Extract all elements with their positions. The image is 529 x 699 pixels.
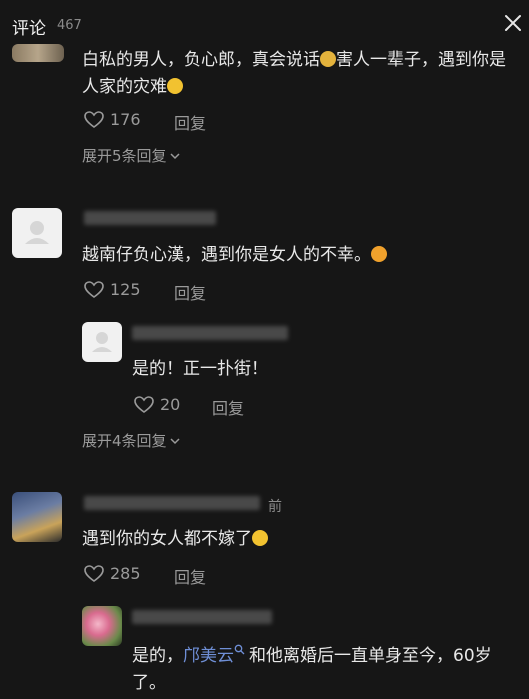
redacted-username [132, 326, 288, 340]
reply-button[interactable]: 回复 [174, 280, 206, 304]
heart-outline-icon [84, 564, 104, 582]
chevron-down-icon [170, 437, 180, 444]
like-count: 176 [110, 110, 141, 129]
comments-title: 评论 [12, 19, 46, 39]
avatar[interactable] [12, 44, 64, 62]
reply-button[interactable]: 回复 [174, 564, 206, 588]
heart-outline-icon [84, 280, 104, 298]
like-button[interactable]: 20 [134, 395, 180, 414]
comments-count: 467 [57, 18, 82, 33]
avatar[interactable] [12, 208, 62, 258]
reply-button[interactable]: 回复 [174, 110, 206, 134]
redacted-username [84, 211, 216, 225]
expand-replies-button[interactable]: 展开4条回复 [82, 430, 181, 451]
like-count: 20 [160, 395, 181, 414]
comment-text: 越南仔负心漢，遇到你是女人的不幸。 [82, 242, 387, 269]
thumbs-up-emoji [320, 51, 336, 67]
search-icon[interactable] [234, 644, 245, 655]
avatar[interactable] [82, 322, 122, 362]
close-icon[interactable] [504, 14, 522, 32]
reply-text: 是的！正一扑街！ [132, 359, 268, 379]
like-count: 285 [110, 564, 141, 583]
default-avatar-icon [92, 332, 112, 352]
heart-outline-icon [84, 110, 104, 128]
comment-time: 前 [268, 499, 282, 515]
laughing-emoji [167, 78, 183, 94]
comment-text: 遇到你的女人都不嫁了 [82, 526, 268, 553]
user-mention-link[interactable]: 邝美云 [183, 646, 234, 666]
redacted-username [84, 496, 260, 510]
like-count: 125 [110, 280, 141, 299]
avatar[interactable] [12, 492, 62, 542]
heart-outline-icon [134, 395, 154, 413]
angry-emoji [371, 246, 387, 262]
reply-text: 是的，邝美云 和他离婚后一直单身至今，60岁 了。 [132, 644, 492, 693]
expand-replies-button[interactable]: 展开5条回复 [82, 145, 181, 166]
comment-text: 白私的男人，负心郎，真会说话 害人一辈子，遇到你是 人家的灾难 [82, 50, 506, 97]
like-button[interactable]: 285 [84, 564, 141, 583]
comments-header: 评论 467 [0, 0, 529, 40]
like-button[interactable]: 125 [84, 280, 141, 299]
default-avatar-icon [25, 221, 49, 244]
laughing-emoji [252, 530, 268, 546]
avatar[interactable] [82, 606, 122, 646]
like-button[interactable]: 176 [84, 110, 141, 129]
chevron-down-icon [170, 152, 180, 159]
redacted-username [132, 610, 272, 624]
reply-button[interactable]: 回复 [212, 395, 244, 419]
